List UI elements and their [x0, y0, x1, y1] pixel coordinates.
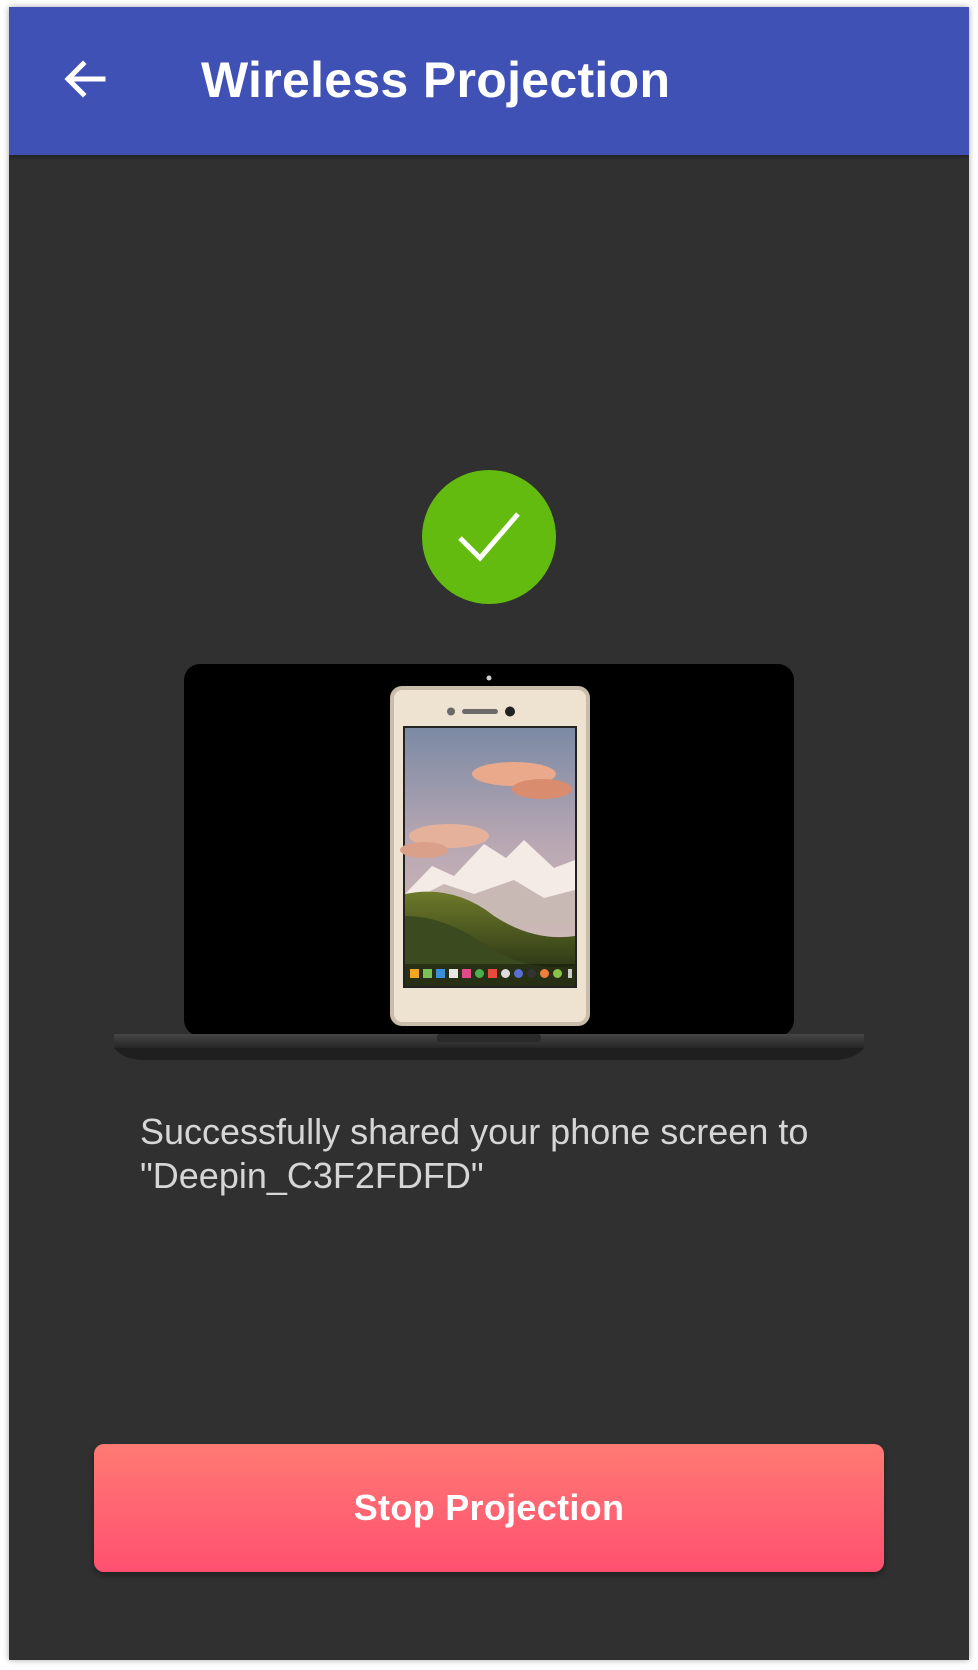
projection-screen: Wireless Projection Successfully shared …	[9, 7, 969, 1660]
back-button[interactable]	[49, 43, 121, 115]
app-bar: Wireless Projection	[9, 7, 969, 155]
laptop-with-phone-illustration	[114, 664, 864, 1060]
status-message: Successfully shared your phone screen to…	[140, 1111, 809, 1196]
check-circle-icon	[422, 470, 556, 604]
stop-projection-button[interactable]: Stop Projection	[94, 1444, 884, 1572]
page-title: Wireless Projection	[201, 52, 671, 108]
stop-projection-label: Stop Projection	[353, 1487, 625, 1528]
arrow-left-icon	[64, 60, 106, 98]
